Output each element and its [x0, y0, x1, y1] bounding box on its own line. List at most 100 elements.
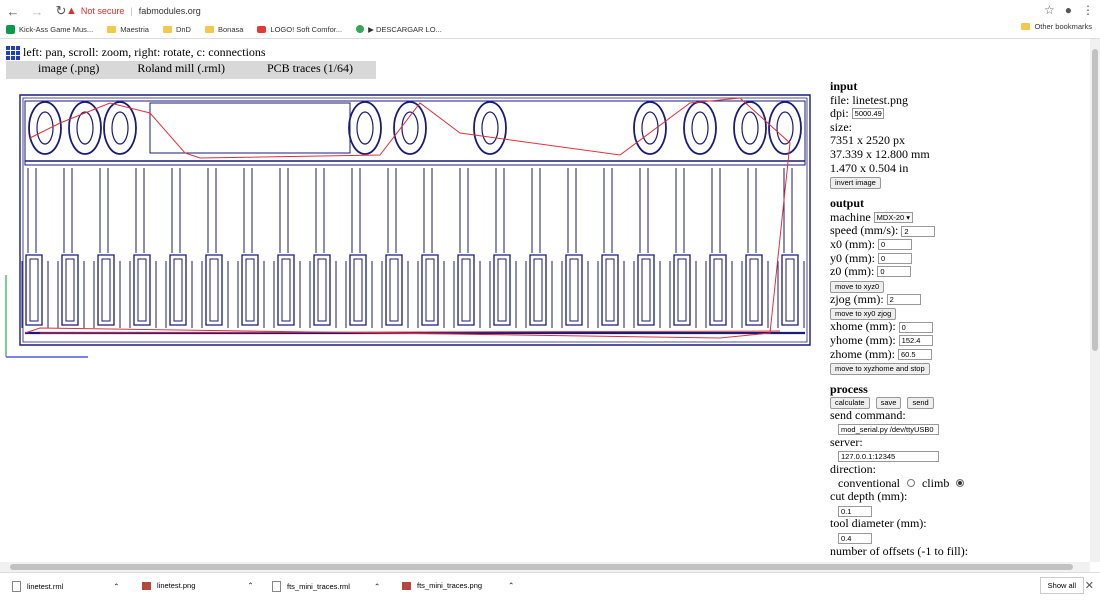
download-item[interactable]: linetest.rml ⌃ [12, 581, 120, 592]
dpi-input[interactable]: 5000.49 [851, 108, 884, 120]
server-input[interactable]: 127.0.0.1:12345 [838, 451, 939, 463]
fab-grid-icon[interactable] [6, 45, 20, 60]
downloads-bar: linetest.rml ⌃ linetest.png ⌃ fts_mini_tra… [0, 572, 1100, 600]
speed-input[interactable]: 2 [901, 225, 936, 237]
zhome-row: zhome (mm): 60.5 [830, 347, 1090, 362]
horizontal-scrollbar[interactable] [0, 562, 1090, 572]
site-icon [356, 25, 365, 33]
tool-diameter-input[interactable]: 0.4 [838, 533, 872, 545]
digit-trace [68, 101, 102, 155]
xhome-row: xhome (mm): 0 [830, 320, 1090, 334]
digit-trace [683, 101, 717, 155]
digit-inner-trace [776, 111, 794, 145]
vertical-scrollbar[interactable] [1090, 39, 1100, 562]
xhome-input[interactable]: 0 [898, 321, 933, 333]
bookmark-maestria[interactable]: Maestria [107, 25, 149, 34]
other-bookmarks[interactable]: Other bookmarks [1021, 22, 1092, 31]
dpi-row: dpi: 5000.49 [830, 106, 884, 121]
folder-icon [162, 25, 172, 33]
machine-select[interactable]: MDX-20 ▾ [873, 212, 914, 224]
bookmark-descargar[interactable]: ▶ DESCARGAR LO... [356, 25, 442, 34]
folder-icon [1021, 23, 1031, 30]
invert-image-button[interactable]: invert image [830, 177, 881, 190]
tool-diameter-label: tool diameter (mm): [830, 516, 927, 531]
move-to-xyz0-button[interactable]: move to xyz0 [830, 280, 885, 293]
zjog-input[interactable]: 2 [886, 294, 921, 306]
chevron-up-icon[interactable]: ⌃ [113, 582, 119, 591]
yhome-row: yhome (mm): 152.4 [830, 333, 1090, 348]
controls-hint: left: pan, scroll: zoom, right: rotate, … [6, 45, 266, 60]
address-bar[interactable]: ▲ Not secure | fabmodules.org [66, 2, 201, 20]
digit-inner-trace [356, 111, 374, 145]
show-all-button[interactable]: Show all [1039, 577, 1084, 594]
move-to-xyzhome-button[interactable]: move to xyzhome and stop [830, 363, 930, 376]
cut-depth-input[interactable]: 0.1 [838, 505, 872, 517]
pad-inner-trace [533, 258, 543, 322]
profile-icon[interactable]: ● [1065, 3, 1072, 17]
pad-trace [25, 254, 43, 326]
digit-inner-trace [691, 111, 709, 145]
digit-inner-trace [76, 111, 94, 145]
tab-pcb-traces[interactable]: PCB traces (1/64) [245, 61, 373, 79]
pad-trace [637, 254, 655, 326]
chevron-up-icon[interactable]: ⌃ [374, 582, 380, 591]
toolpath-traces [5, 94, 811, 358]
horizontal-scroll-thumb[interactable] [10, 564, 1073, 570]
pad-trace [673, 254, 691, 326]
star-icon[interactable]: ☆ [1044, 3, 1055, 17]
bookmark-logo-soft[interactable]: LOGO! Soft Comfor... [257, 25, 342, 34]
pad-inner-trace [317, 258, 327, 322]
chevron-up-icon[interactable]: ⌃ [247, 581, 253, 590]
download-item[interactable]: fts_mini_traces.png ⌃ [402, 581, 514, 590]
climb-radio[interactable] [956, 479, 965, 488]
pad-trace [241, 254, 259, 326]
bookmark-bonasa[interactable]: Bonasa [204, 25, 243, 34]
forward-icon[interactable]: → [30, 4, 44, 19]
pad-inner-trace [281, 258, 291, 322]
y0-input[interactable]: 0 [878, 252, 912, 264]
not-secure-label[interactable]: Not secure [81, 6, 125, 16]
url-text[interactable]: fabmodules.org [139, 6, 201, 16]
conventional-radio[interactable] [906, 479, 915, 488]
pad-inner-trace [749, 258, 759, 322]
size-px: 7351 x 2520 px [830, 133, 905, 148]
process-heading: process [830, 382, 868, 397]
z0-input[interactable]: 0 [877, 266, 912, 278]
back-icon[interactable]: ← [6, 4, 20, 19]
tab-roland-mill[interactable]: Roland mill (.rml) [119, 61, 245, 79]
menu-icon[interactable]: ⋮ [1082, 3, 1094, 17]
pad-inner-trace [245, 258, 255, 322]
save-button[interactable]: save [875, 396, 902, 409]
digit-trace [473, 101, 507, 155]
x0-input[interactable]: 0 [878, 239, 912, 251]
send-button[interactable]: send [907, 396, 934, 409]
tab-image-png[interactable]: image (.png) [6, 61, 119, 79]
pad-inner-trace [137, 258, 147, 322]
bookmark-dnd[interactable]: DnD [162, 25, 191, 34]
download-item[interactable]: fts_mini_traces.rml ⌃ [272, 581, 380, 592]
warning-icon: ▲ [66, 5, 77, 17]
bookmark-kick-ass[interactable]: Kick-Ass Game Mus... [6, 24, 93, 34]
digit-trace [348, 101, 382, 155]
send-command-input[interactable]: mod_serial.py /dev/ttyUSB0 [838, 424, 939, 436]
send-command-label: send command: [830, 407, 906, 422]
pad-inner-trace [605, 258, 615, 322]
toolpath-canvas[interactable] [0, 83, 822, 413]
close-icon[interactable]: ✕ [1085, 579, 1094, 592]
chevron-up-icon[interactable]: ⌃ [508, 581, 514, 590]
pad-inner-trace [569, 258, 579, 322]
pad-inner-trace [209, 258, 219, 322]
digit-inner-trace [481, 111, 499, 145]
yhome-input[interactable]: 152.4 [898, 335, 933, 347]
pad-trace [421, 254, 439, 326]
digit-trace [393, 101, 427, 155]
pad-inner-trace [101, 258, 111, 322]
download-item[interactable]: linetest.png ⌃ [142, 581, 254, 590]
digit-inner-trace [741, 111, 759, 145]
dropdown-arrow-icon: ▾ [906, 213, 911, 223]
zhome-input[interactable]: 60.5 [897, 348, 932, 360]
pad-trace [97, 254, 115, 326]
pad-trace [277, 254, 295, 326]
vertical-scroll-thumb[interactable] [1092, 49, 1098, 351]
calculate-button[interactable]: calculate [830, 396, 870, 409]
